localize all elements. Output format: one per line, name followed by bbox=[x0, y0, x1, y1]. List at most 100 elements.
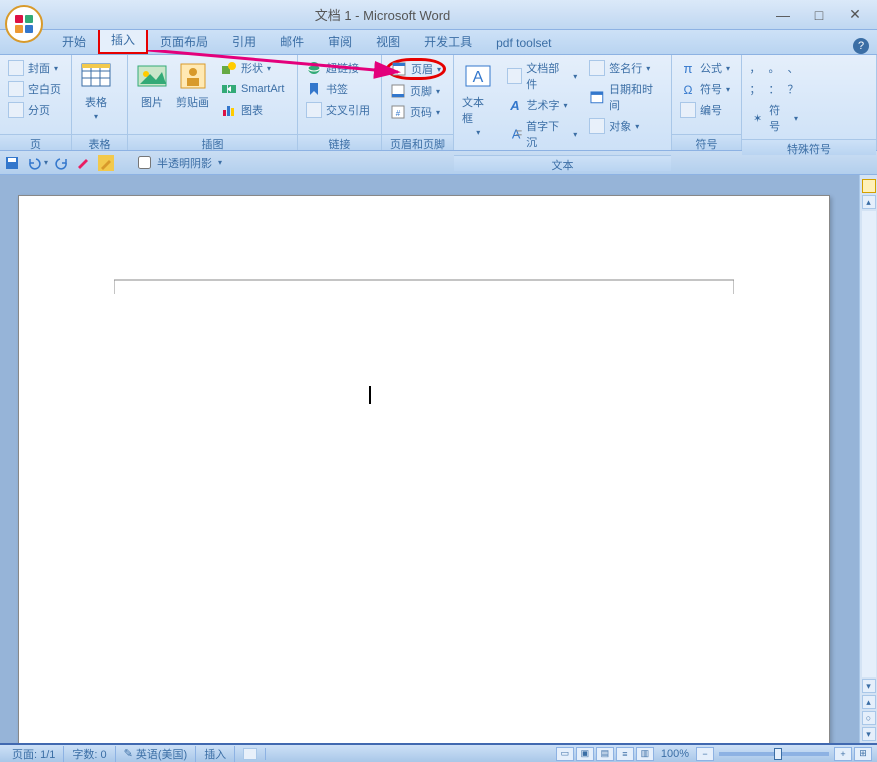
scroll-down-button[interactable]: ▾ bbox=[862, 679, 876, 693]
clipart-icon bbox=[177, 60, 209, 92]
clipart-button[interactable]: 剪贴画 bbox=[172, 58, 213, 131]
minimize-button[interactable]: — bbox=[765, 4, 801, 26]
status-page[interactable]: 页面: 1/1 bbox=[4, 746, 64, 762]
pagenum-button[interactable]: #页码▾ bbox=[386, 102, 446, 122]
parts-icon bbox=[507, 68, 523, 84]
pen-icon[interactable] bbox=[98, 155, 114, 171]
crossref-icon bbox=[306, 102, 322, 118]
vertical-scrollbar[interactable]: ▴ ▾ ▴ ○ ▾ bbox=[859, 175, 877, 743]
status-expand[interactable]: ⊞ bbox=[854, 747, 872, 761]
status-words[interactable]: 字数: 0 bbox=[64, 746, 115, 762]
undo-button[interactable]: ▾ bbox=[26, 155, 48, 171]
browse-object-button[interactable]: ○ bbox=[862, 711, 876, 725]
scrollbar-option-icon[interactable] bbox=[862, 179, 876, 193]
sym-semi[interactable]: ； bbox=[746, 79, 764, 99]
dropcap-icon: A bbox=[507, 126, 523, 142]
sym-question[interactable]: ？ bbox=[784, 79, 802, 99]
signature-icon bbox=[589, 60, 605, 76]
maximize-button[interactable]: □ bbox=[801, 4, 837, 26]
group-label-pages: 页 bbox=[0, 134, 71, 150]
symbol-button[interactable]: Ω符号▾ bbox=[676, 79, 734, 99]
tab-home[interactable]: 开始 bbox=[50, 28, 98, 54]
sym-comma[interactable]: ， bbox=[746, 58, 764, 78]
calendar-icon bbox=[589, 89, 605, 105]
wordart-button[interactable]: A艺术字▾ bbox=[503, 95, 582, 115]
scroll-track[interactable] bbox=[862, 211, 876, 677]
textbox-icon: A bbox=[462, 60, 494, 92]
signature-button[interactable]: 签名行▾ bbox=[585, 58, 667, 78]
view-fullscreen[interactable]: ▣ bbox=[576, 747, 594, 761]
group-label-illustrations: 插图 bbox=[128, 134, 297, 150]
tab-mailings[interactable]: 邮件 bbox=[268, 28, 316, 54]
crossref-button[interactable]: 交叉引用 bbox=[302, 100, 374, 120]
equation-button[interactable]: π公式▾ bbox=[676, 58, 734, 78]
group-label-special: 特殊符号 bbox=[742, 139, 876, 155]
sym-period[interactable]: 。 bbox=[765, 58, 783, 78]
view-web[interactable]: ▤ bbox=[596, 747, 614, 761]
svg-text:A: A bbox=[473, 69, 484, 86]
view-print-layout[interactable]: ▭ bbox=[556, 747, 574, 761]
object-button[interactable]: 对象▾ bbox=[585, 116, 667, 136]
zoom-in-button[interactable]: + bbox=[834, 747, 852, 761]
blank-page-button[interactable]: 空白页 bbox=[4, 79, 65, 99]
textbox-button[interactable]: A文本框▾ bbox=[458, 58, 499, 152]
tab-references[interactable]: 引用 bbox=[220, 28, 268, 54]
prev-page-button[interactable]: ▴ bbox=[862, 695, 876, 709]
header-region-line bbox=[114, 276, 734, 301]
shadow-dropdown[interactable]: ▾ bbox=[218, 158, 222, 167]
star-icon: ✶ bbox=[750, 110, 765, 126]
highlighter-icon[interactable] bbox=[76, 155, 92, 171]
zoom-value[interactable]: 100% bbox=[661, 748, 689, 760]
redo-button[interactable] bbox=[54, 155, 70, 171]
smartart-button[interactable]: SmartArt bbox=[217, 79, 288, 99]
dropcap-button[interactable]: A首字下沉▾ bbox=[503, 116, 582, 152]
bookmark-icon bbox=[306, 81, 322, 97]
chart-button[interactable]: 图表 bbox=[217, 100, 288, 120]
picture-icon bbox=[136, 60, 168, 92]
sym-dun[interactable]: 、 bbox=[784, 58, 802, 78]
text-cursor bbox=[369, 386, 371, 404]
tab-developer[interactable]: 开发工具 bbox=[412, 28, 484, 54]
shapes-icon bbox=[221, 60, 237, 76]
zoom-slider[interactable] bbox=[719, 752, 829, 756]
parts-button[interactable]: 文档部件▾ bbox=[503, 58, 582, 94]
footer-button[interactable]: 页脚▾ bbox=[386, 81, 446, 101]
zoom-thumb[interactable] bbox=[774, 748, 782, 760]
tab-view[interactable]: 视图 bbox=[364, 28, 412, 54]
statusbar: 页面: 1/1 字数: 0 ✎英语(美国) 插入 ▭ ▣ ▤ ≡ ▥ 100% … bbox=[0, 743, 877, 762]
zoom-out-button[interactable]: − bbox=[696, 747, 714, 761]
datetime-button[interactable]: 日期和时间 bbox=[585, 79, 667, 115]
tab-layout[interactable]: 页面布局 bbox=[148, 28, 220, 54]
number-button[interactable]: 编号 bbox=[676, 100, 734, 120]
table-button[interactable]: 表格▾ bbox=[76, 58, 116, 131]
close-button[interactable]: ✕ bbox=[837, 4, 873, 26]
status-lang[interactable]: ✎英语(美国) bbox=[116, 746, 197, 762]
bookmark-button[interactable]: 书签 bbox=[302, 79, 374, 99]
help-icon[interactable]: ? bbox=[853, 38, 869, 54]
tab-pdf[interactable]: pdf toolset bbox=[484, 31, 563, 54]
document-scroll[interactable] bbox=[0, 175, 859, 743]
special-more[interactable]: ✶符号▾ bbox=[746, 100, 802, 136]
page[interactable] bbox=[18, 195, 830, 743]
status-macro[interactable] bbox=[235, 748, 266, 760]
status-mode[interactable]: 插入 bbox=[196, 746, 235, 762]
window-title: 文档 1 - Microsoft Word bbox=[0, 5, 765, 24]
shapes-button[interactable]: 形状▾ bbox=[217, 58, 288, 78]
header-button[interactable]: 页眉▾ bbox=[386, 58, 446, 80]
omega-icon: Ω bbox=[680, 81, 696, 97]
number-icon bbox=[680, 102, 696, 118]
view-draft[interactable]: ▥ bbox=[636, 747, 654, 761]
hyperlink-button[interactable]: 超链接 bbox=[302, 58, 374, 78]
next-page-button[interactable]: ▾ bbox=[862, 727, 876, 741]
scroll-up-button[interactable]: ▴ bbox=[862, 195, 876, 209]
picture-button[interactable]: 图片 bbox=[132, 58, 172, 131]
tab-review[interactable]: 审阅 bbox=[316, 28, 364, 54]
shadow-checkbox[interactable] bbox=[138, 156, 151, 169]
save-icon[interactable] bbox=[4, 155, 20, 171]
shadow-label: 半透明阴影 bbox=[157, 155, 212, 171]
cover-page-button[interactable]: 封面▾ bbox=[4, 58, 65, 78]
office-button[interactable] bbox=[4, 4, 44, 44]
sym-colon[interactable]: ： bbox=[765, 79, 783, 99]
view-outline[interactable]: ≡ bbox=[616, 747, 634, 761]
page-break-button[interactable]: 分页 bbox=[4, 100, 65, 120]
